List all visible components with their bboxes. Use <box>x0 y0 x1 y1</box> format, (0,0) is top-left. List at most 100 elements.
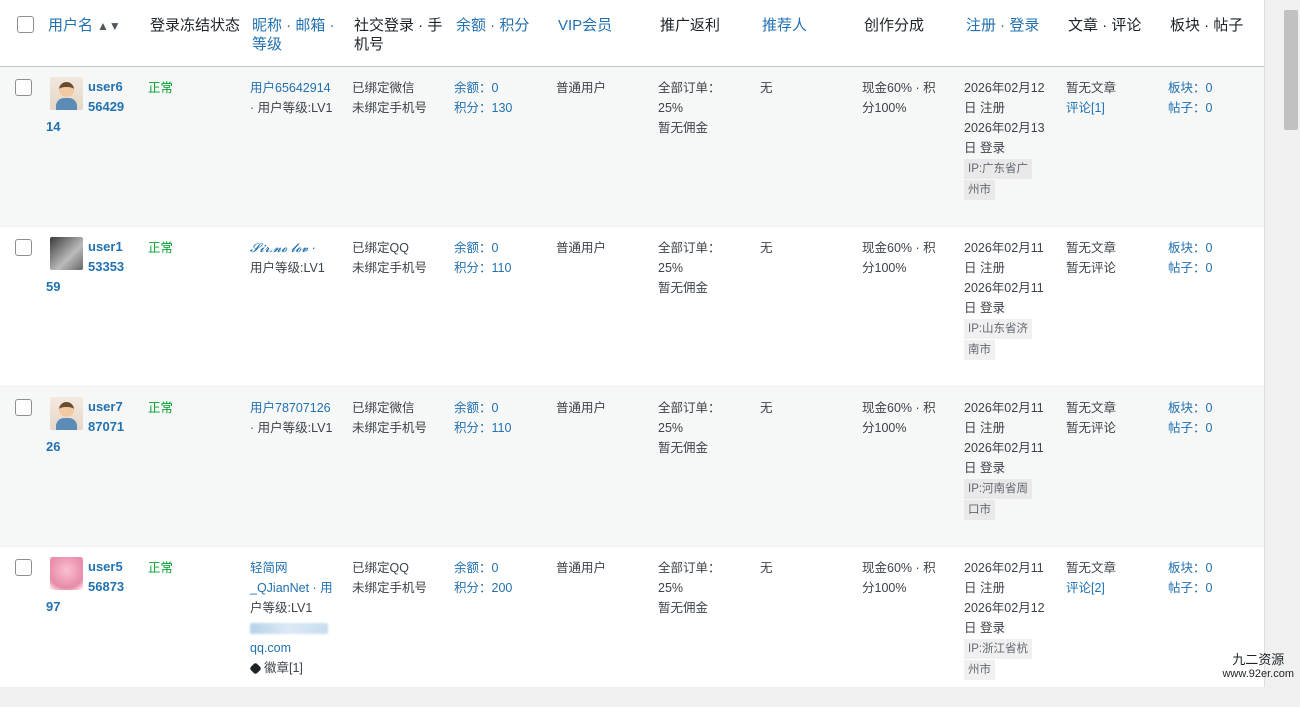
username-link[interactable]: user153353 <box>46 237 128 277</box>
nickname-link[interactable]: 用户65642914 <box>250 81 331 95</box>
email-link[interactable]: qq.com <box>250 641 291 655</box>
referrer-cell: 无 <box>760 67 862 226</box>
post-link[interactable]: 帖子：0 <box>1168 581 1212 595</box>
points-link[interactable]: 积分：110 <box>454 421 511 435</box>
commission-text: 暂无佣金 <box>658 441 708 455</box>
login-date: 2026年02月11 <box>964 281 1044 295</box>
balance-link[interactable]: 余额：0 <box>454 241 498 255</box>
ip-badge: 州市 <box>964 180 995 200</box>
balance-cell: 余额：0 积分：110 <box>454 387 556 546</box>
articles-text: 暂无文章 <box>1066 561 1116 575</box>
forum-cell: 板块：0 帖子：0 <box>1168 67 1270 226</box>
board-link[interactable]: 板块：0 <box>1168 81 1212 95</box>
phone-binding: 未绑定手机号 <box>352 421 427 435</box>
post-link[interactable]: 帖子：0 <box>1168 101 1212 115</box>
column-balance[interactable]: 余额 · 积分 <box>454 0 556 35</box>
creator-share: 分100% <box>862 581 906 595</box>
creator-share: 现金60% · 积 <box>862 241 936 255</box>
points-link[interactable]: 积分：200 <box>454 581 512 595</box>
comments-link[interactable]: 评论[1] <box>1066 101 1105 115</box>
badge-icon <box>249 662 261 674</box>
user-level: 用户等级:LV1 <box>250 261 325 275</box>
articles-cell: 暂无文章暂无评论 <box>1066 227 1168 386</box>
page-scrollbar[interactable] <box>1282 0 1300 687</box>
register-cell: 2026年02月11日 注册2026年02月12日 登录IP:浙江省杭州市 <box>964 547 1066 706</box>
nickname-link[interactable]: 用户78707126 <box>250 401 331 415</box>
column-referrer[interactable]: 推荐人 <box>760 0 862 35</box>
register-cell: 2026年02月11日 注册2026年02月11日 登录IP:河南省周口市 <box>964 387 1066 546</box>
login-date: 日 登录 <box>964 461 1005 475</box>
promo-cell: 全部订单：25%暂无佣金 <box>658 227 760 386</box>
articles-cell: 暂无文章评论[2] <box>1066 547 1168 706</box>
promo-label: 全部订单： <box>658 241 721 255</box>
comments-link[interactable]: 评论[2] <box>1066 581 1105 595</box>
scrollbar-thumb[interactable] <box>1284 10 1298 130</box>
points-link[interactable]: 积分：130 <box>454 101 512 115</box>
commission-text: 暂无佣金 <box>658 281 708 295</box>
select-all-checkbox[interactable] <box>17 16 34 33</box>
promo-rate: 25% <box>658 101 683 115</box>
column-articles: 文章 · 评论 <box>1066 0 1168 35</box>
user-level: · 用户等级:LV1 <box>250 421 332 435</box>
ip-badge: 州市 <box>964 660 995 680</box>
username-tail[interactable]: 59 <box>46 277 148 297</box>
post-link[interactable]: 帖子：0 <box>1168 261 1212 275</box>
social-cell: 已绑定QQ未绑定手机号 <box>352 227 454 386</box>
balance-cell: 余额：0 积分：200 <box>454 547 556 706</box>
creator-share: 分100% <box>862 421 906 435</box>
balance-link[interactable]: 余额：0 <box>454 561 498 575</box>
username-tail[interactable]: 97 <box>46 597 148 617</box>
post-link[interactable]: 帖子：0 <box>1168 421 1212 435</box>
username-link[interactable]: user556873 <box>46 557 128 597</box>
board-link[interactable]: 板块：0 <box>1168 241 1212 255</box>
ip-badge: IP:浙江省杭 <box>964 639 1032 659</box>
referrer-cell: 无 <box>760 227 862 386</box>
table-row: user153353 59 正常 𝓢𝓲𝓻.𝓷𝓸 𝓵𝓸𝓿 ·用户等级:LV1 已绑… <box>0 227 1264 387</box>
badge-link[interactable]: 徽章[1] <box>250 661 303 675</box>
social-cell: 已绑定微信未绑定手机号 <box>352 67 454 226</box>
creator-share: 现金60% · 积 <box>862 401 936 415</box>
watermark: 九二资源www.92er.com <box>1222 653 1294 681</box>
ip-badge: IP:广东省广 <box>964 159 1032 179</box>
row-checkbox[interactable] <box>15 239 32 256</box>
username-tail[interactable]: 26 <box>46 437 148 457</box>
row-checkbox[interactable] <box>15 399 32 416</box>
referrer-cell: 无 <box>760 547 862 706</box>
nickname-link[interactable]: 轻简网 <box>250 561 288 575</box>
row-checkbox[interactable] <box>15 79 32 96</box>
social-binding: 已绑定微信 <box>352 401 415 415</box>
comments-text: 暂无评论 <box>1066 421 1116 435</box>
board-link[interactable]: 板块：0 <box>1168 561 1212 575</box>
balance-link[interactable]: 余额：0 <box>454 81 498 95</box>
nickname-link[interactable]: 𝓢𝓲𝓻.𝓷𝓸 𝓵𝓸𝓿 · <box>250 241 316 255</box>
table-row: user556873 97 正常 轻简网_QJianNet · 用户等级:LV1… <box>0 547 1264 707</box>
username-part: 56873 <box>88 579 124 594</box>
register-date: 日 注册 <box>964 101 1005 115</box>
nickname-link[interactable]: _QJianNet · 用 <box>250 581 333 595</box>
creator-share: 分100% <box>862 261 906 275</box>
username-tail[interactable]: 14 <box>46 117 148 137</box>
username-part: user1 <box>88 239 123 254</box>
column-social: 社交登录 · 手机号 <box>352 0 454 54</box>
social-binding: 已绑定QQ <box>352 241 409 255</box>
row-checkbox[interactable] <box>15 559 32 576</box>
nickname-cell: 轻简网_QJianNet · 用户等级:LV1qq.com徽章[1] <box>250 547 352 706</box>
ip-badge: IP:山东省济 <box>964 319 1032 339</box>
column-username[interactable]: 用户名 ▲▼ <box>46 0 148 36</box>
column-freeze-status: 登录冻结状态 <box>148 0 250 35</box>
row-select-cell <box>0 387 46 546</box>
user-level: · 用户等级:LV1 <box>250 101 332 115</box>
column-vip[interactable]: VIP会员 <box>556 0 658 35</box>
balance-link[interactable]: 余额：0 <box>454 401 498 415</box>
creator-share: 现金60% · 积 <box>862 81 936 95</box>
column-register[interactable]: 注册 · 登录 <box>964 0 1066 35</box>
row-select-cell <box>0 227 46 386</box>
promo-rate: 25% <box>658 421 683 435</box>
column-nickname[interactable]: 昵称 · 邮箱 · 等级 <box>250 0 352 54</box>
column-username-label: 用户名 <box>48 17 93 34</box>
board-link[interactable]: 板块：0 <box>1168 401 1212 415</box>
sort-icon[interactable]: ▲▼ <box>97 19 121 33</box>
promo-cell: 全部订单：25%暂无佣金 <box>658 67 760 226</box>
column-promo: 推广返利 <box>658 0 760 35</box>
points-link[interactable]: 积分：110 <box>454 261 511 275</box>
